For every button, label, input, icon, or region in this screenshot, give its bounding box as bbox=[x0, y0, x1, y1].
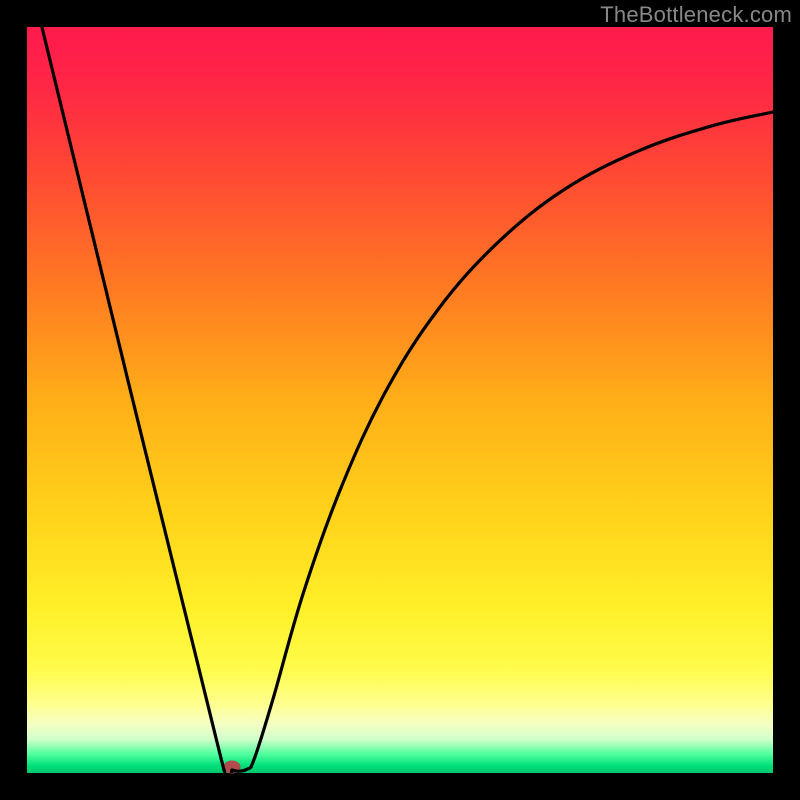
bottleneck-curve bbox=[27, 27, 773, 773]
watermark-text: TheBottleneck.com bbox=[600, 2, 792, 28]
plot-area bbox=[27, 27, 773, 773]
chart-container: TheBottleneck.com bbox=[0, 0, 800, 800]
